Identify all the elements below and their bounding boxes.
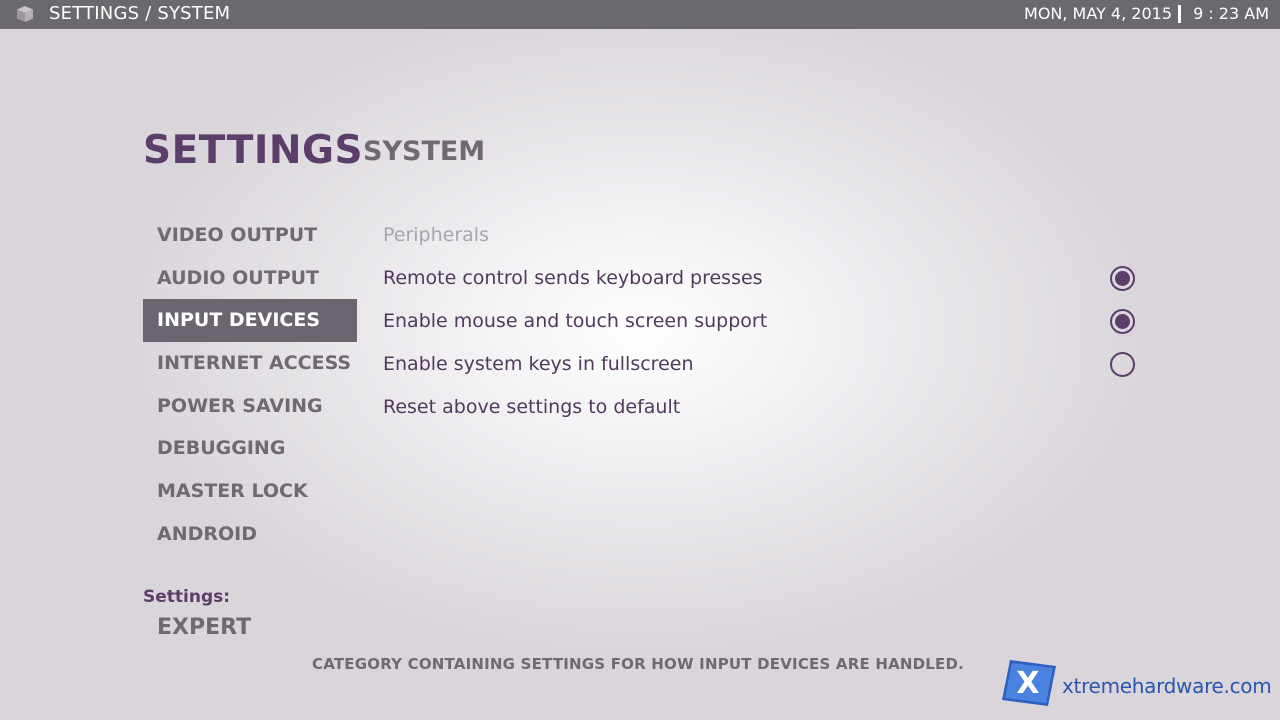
category-master-lock[interactable]: MASTER LOCK (143, 470, 357, 513)
breadcrumb: SETTINGS / SYSTEM (49, 3, 231, 24)
category-debugging[interactable]: DEBUGGING (143, 427, 357, 470)
setting-remote-keyboard[interactable]: Remote control sends keyboard presses (383, 257, 1153, 300)
watermark-logo-icon: X (1002, 660, 1056, 706)
setting-label: Enable system keys in fullscreen (383, 353, 694, 375)
watermark-text: xtremehardware.com (1062, 674, 1272, 698)
top-bar: SETTINGS / SYSTEM MON, MAY 4, 2015 9 : 2… (0, 0, 1280, 29)
page-title: SETTINGS (143, 128, 364, 173)
date-display: MON, MAY 4, 2015 (1024, 4, 1172, 23)
settings-panel: Peripherals Remote control sends keyboar… (383, 214, 1153, 429)
setting-system-keys[interactable]: Enable system keys in fullscreen (383, 343, 1153, 386)
watermark-logo-letter: X (1016, 666, 1039, 701)
category-android[interactable]: ANDROID (143, 513, 357, 556)
cube-icon (17, 6, 33, 22)
category-list: VIDEO OUTPUT AUDIO OUTPUT INPUT DEVICES … (143, 214, 357, 556)
radio-toggle[interactable] (1110, 309, 1135, 334)
setting-mouse-touch[interactable]: Enable mouse and touch screen support (383, 300, 1153, 343)
page-subtitle: SYSTEM (363, 136, 486, 167)
category-video-output[interactable]: VIDEO OUTPUT (143, 214, 357, 257)
clock: 9 : 23 AM (1193, 4, 1269, 23)
category-audio-output[interactable]: AUDIO OUTPUT (143, 257, 357, 300)
section-heading: Peripherals (383, 224, 489, 246)
setting-label: Remote control sends keyboard presses (383, 267, 763, 289)
reset-defaults-button[interactable]: Reset above settings to default (383, 386, 1153, 429)
divider (1178, 5, 1181, 23)
category-internet-access[interactable]: INTERNET ACCESS (143, 342, 357, 385)
category-description: CATEGORY CONTAINING SETTINGS FOR HOW INP… (312, 655, 965, 673)
settings-level-button[interactable]: EXPERT (157, 615, 251, 640)
radio-toggle[interactable] (1110, 266, 1135, 291)
radio-toggle[interactable] (1110, 352, 1135, 377)
category-input-devices[interactable]: INPUT DEVICES (143, 299, 357, 343)
radio-dot (1115, 271, 1130, 286)
setting-label: Enable mouse and touch screen support (383, 310, 768, 332)
radio-dot (1115, 314, 1130, 329)
category-power-saving[interactable]: POWER SAVING (143, 385, 357, 428)
settings-level-label: Settings: (143, 587, 231, 607)
